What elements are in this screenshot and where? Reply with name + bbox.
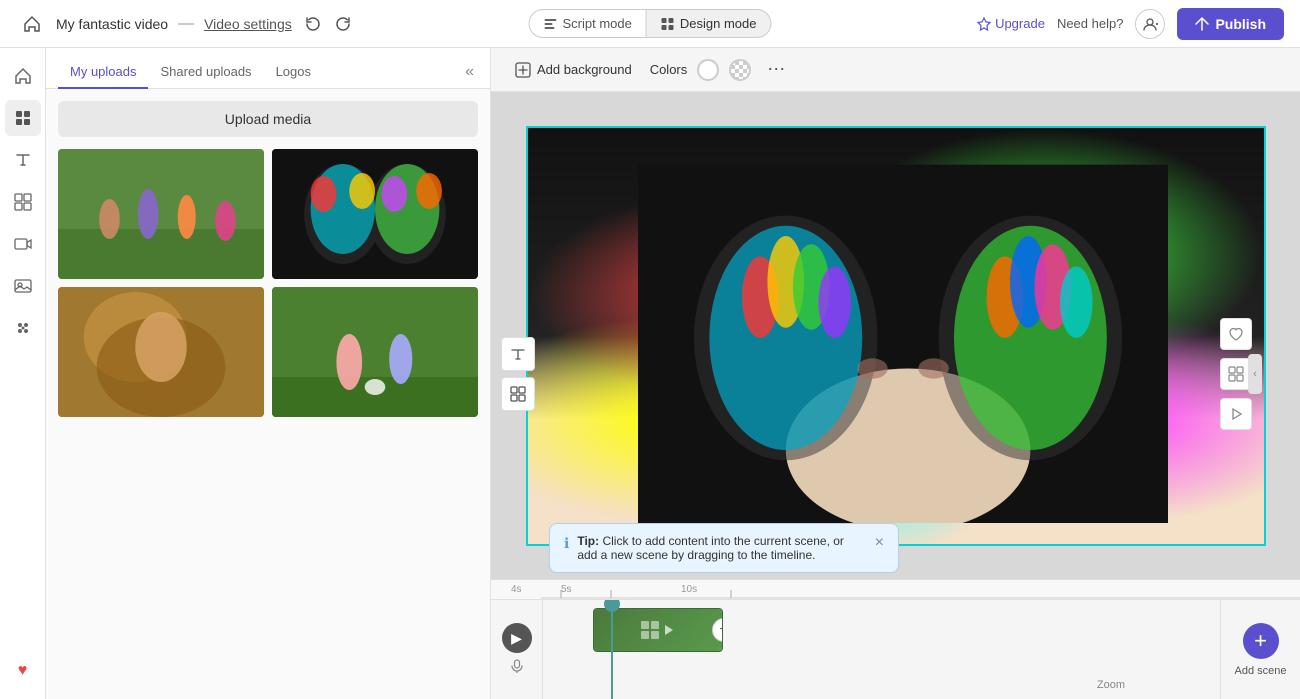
ruler-mark-4s: 4s [511,584,522,595]
design-mode-btn[interactable]: Design mode [646,9,772,38]
upload-media-button[interactable]: Upload media [58,101,478,137]
account-button[interactable] [1135,9,1165,39]
timeline-area: 4s 5s 10s ▶ [491,579,1300,699]
undo-button[interactable] [300,11,326,37]
left-panel: My uploads Shared uploads Logos « Upload… [46,48,491,699]
add-scene-button[interactable]: + [1243,623,1279,659]
timeline-ruler: 4s 5s 10s [491,580,1300,600]
colors-label: Colors [650,62,688,77]
sidebar-photos-icon[interactable] [5,268,41,304]
media-grid [58,149,478,417]
tab-shared-uploads[interactable]: Shared uploads [148,56,263,89]
topbar-left: My fantastic video — Video settings [16,8,969,40]
canvas-more-options-button[interactable]: ⋯ [761,57,791,82]
media-item[interactable] [58,149,264,279]
canvas-play-icon[interactable] [1220,398,1252,430]
timeline-body: ▶ [491,600,1300,699]
help-button[interactable]: Need help? [1057,16,1124,31]
play-button[interactable]: ▶ [502,623,532,653]
title-separator: — [178,15,194,33]
mode-switcher: Script mode Design mode [529,9,772,38]
topbar-right: Upgrade Need help? Publish [977,8,1284,40]
canvas-viewport: ‹ [491,92,1300,579]
home-icon[interactable] [16,8,48,40]
canvas-left-toolbar [501,337,535,411]
publish-button[interactable]: Publish [1177,8,1284,40]
video-settings-link[interactable]: Video settings [204,16,292,32]
timeline-controls: ▶ [491,600,543,699]
script-mode-btn[interactable]: Script mode [529,9,646,38]
color-swatch-transparent[interactable] [729,59,751,81]
upgrade-button[interactable]: Upgrade [977,16,1045,31]
layout-tool-btn[interactable] [501,377,535,411]
add-background-button[interactable]: Add background [507,58,640,82]
color-swatch-white[interactable] [697,59,719,81]
clip-inner [594,609,722,651]
tip-content: Tip: Click to add content into the curre… [577,534,866,562]
panel-body: Upload media [46,89,490,699]
sidebar-home-icon[interactable] [5,58,41,94]
panel-tabs: My uploads Shared uploads Logos « [46,48,490,89]
canvas-frame[interactable] [526,126,1266,546]
sidebar-video-icon[interactable] [5,226,41,262]
undo-redo-group [300,11,356,37]
tip-toast: ℹ Tip: Click to add content into the cur… [549,523,899,573]
zoom-label: Zoom [1097,679,1125,691]
tab-logos[interactable]: Logos [264,56,323,89]
panel-collapse-btn[interactable]: « [461,59,478,85]
sidebar-favorite-icon[interactable]: ♥ [5,653,41,689]
tab-my-uploads[interactable]: My uploads [58,56,148,89]
redo-button[interactable] [330,11,356,37]
sidebar-text-icon[interactable] [5,142,41,178]
microphone-icon[interactable] [510,659,524,676]
project-title: My fantastic video [56,16,168,32]
text-tool-btn[interactable] [501,337,535,371]
canvas-toolbar: Add background Colors ⋯ [491,48,1300,92]
timeline-track-area: + Zoom [543,600,1220,699]
tip-icon: ℹ [564,535,569,552]
main-content: ♥ My uploads Shared uploads Logos « Uplo… [0,48,1300,699]
tip-close-button[interactable]: × [875,534,884,552]
sidebar-scenes-icon[interactable] [5,184,41,220]
sidebar-uploads-icon[interactable] [5,100,41,136]
media-item[interactable] [58,287,264,417]
canvas-area: Add background Colors ⋯ [491,48,1300,699]
canvas-image-content [528,128,1264,544]
timeline-playhead[interactable] [611,600,613,699]
add-scene-label: Add scene [1235,665,1287,677]
sidebar-apps-icon[interactable] [5,310,41,346]
media-item[interactable] [272,287,478,417]
canvas-favorite-icon[interactable] [1220,318,1252,350]
right-panel-collapse-btn[interactable]: ‹ [1248,354,1262,394]
media-item[interactable] [272,149,478,279]
sidebar-icons: ♥ [0,48,46,699]
timeline-right-controls: + Add scene [1220,600,1300,699]
topbar: My fantastic video — Video settings [0,0,1300,48]
timeline-track: + [543,600,1220,660]
